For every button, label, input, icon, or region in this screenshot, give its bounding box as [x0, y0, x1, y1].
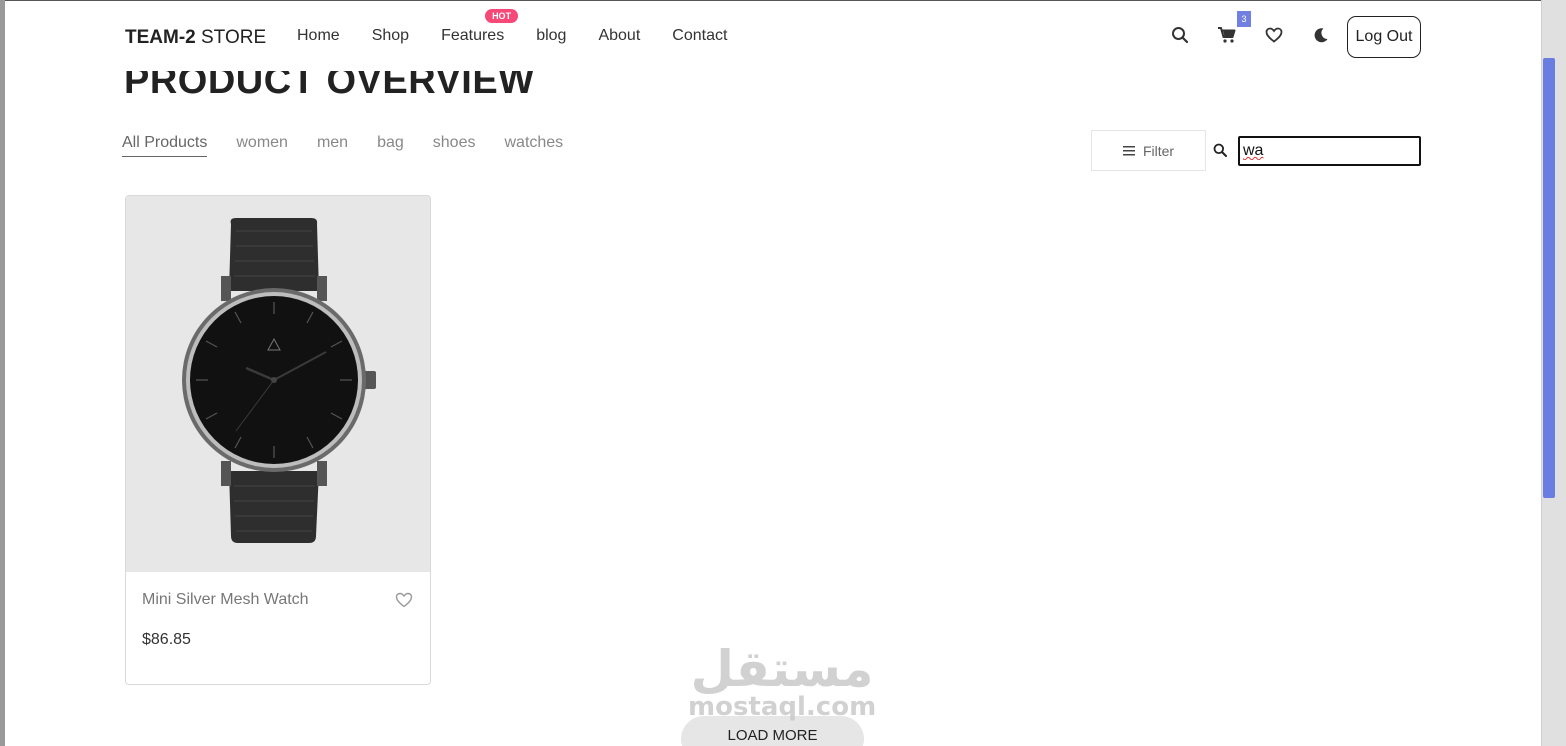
filter-button[interactable]: Filter — [1091, 130, 1206, 171]
site-header: TEAM-2 STORE Home Shop Features HOT blog … — [5, 1, 1541, 71]
wishlist-heart-icon[interactable] — [395, 592, 413, 613]
nav-about[interactable]: About — [598, 27, 640, 45]
product-card[interactable]: Mini Silver Mesh Watch $86.85 — [125, 195, 431, 685]
cart-icon[interactable]: 3 — [1217, 11, 1251, 45]
category-all-products[interactable]: All Products — [122, 134, 208, 157]
header-icons: 3 — [1170, 11, 1358, 45]
mostaql-watermark: مستقل mostaql.com — [688, 640, 877, 722]
cart-count-badge: 3 — [1237, 11, 1251, 27]
window-left-border — [0, 0, 5, 746]
category-bag[interactable]: bag — [377, 134, 404, 157]
scrollbar-thumb[interactable] — [1543, 58, 1555, 498]
nav-home[interactable]: Home — [297, 27, 340, 45]
logout-button[interactable]: Log Out — [1347, 16, 1421, 58]
product-price: $86.85 — [142, 631, 191, 648]
search-icon[interactable] — [1170, 25, 1190, 45]
moon-icon[interactable] — [1311, 25, 1331, 45]
product-image[interactable] — [126, 196, 430, 572]
category-women[interactable]: women — [236, 134, 288, 157]
nav-features[interactable]: Features HOT — [441, 9, 519, 45]
category-watches[interactable]: watches — [504, 134, 563, 157]
category-filters: All Products women men bag shoes watches — [122, 134, 592, 157]
main-nav: Home Shop Features HOT blog About Contact — [297, 9, 759, 45]
heart-icon[interactable] — [1264, 25, 1284, 45]
nav-contact[interactable]: Contact — [672, 27, 727, 45]
nav-blog[interactable]: blog — [536, 27, 566, 45]
product-name[interactable]: Mini Silver Mesh Watch — [142, 591, 309, 609]
nav-shop[interactable]: Shop — [372, 27, 409, 45]
category-shoes[interactable]: shoes — [433, 134, 476, 157]
product-search-input[interactable] — [1238, 136, 1421, 166]
hot-badge: HOT — [485, 9, 519, 23]
menu-lines-icon — [1122, 145, 1135, 155]
category-men[interactable]: men — [317, 134, 348, 157]
brand-logo[interactable]: TEAM-2 STORE — [125, 27, 266, 49]
filter-label: Filter — [1142, 142, 1175, 159]
product-search-icon[interactable] — [1213, 143, 1227, 162]
